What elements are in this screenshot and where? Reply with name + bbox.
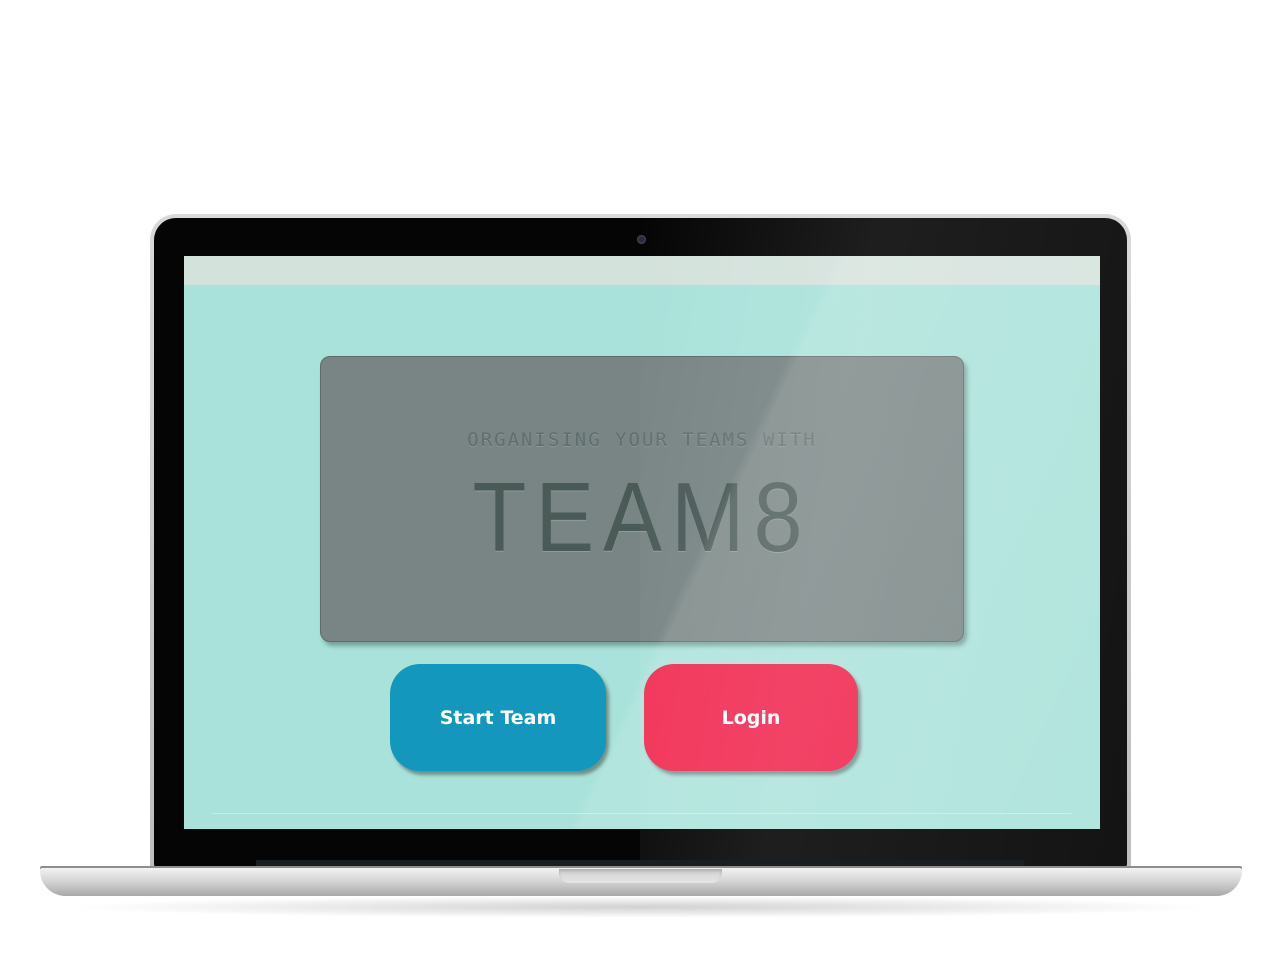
hero-card: ORGANISING YOUR TEAMS WITH TEAM8 — [320, 356, 964, 642]
footer-divider — [212, 813, 1072, 814]
start-team-label: Start Team — [439, 706, 557, 729]
webcam-icon — [637, 235, 646, 244]
laptop-screen: ORGANISING YOUR TEAMS WITH TEAM8 Start T… — [184, 256, 1100, 829]
login-button[interactable]: Login — [644, 664, 858, 771]
hero-subtitle: ORGANISING YOUR TEAMS WITH — [467, 429, 817, 451]
browser-top-bar — [184, 256, 1100, 285]
hero-title: TEAM8 — [472, 462, 812, 572]
laptop-shadow — [60, 896, 1220, 918]
laptop-notch — [559, 869, 722, 883]
start-team-button[interactable]: Start Team — [390, 664, 606, 771]
login-label: Login — [721, 706, 781, 729]
stage: ORGANISING YOUR TEAMS WITH TEAM8 Start T… — [0, 0, 1280, 960]
